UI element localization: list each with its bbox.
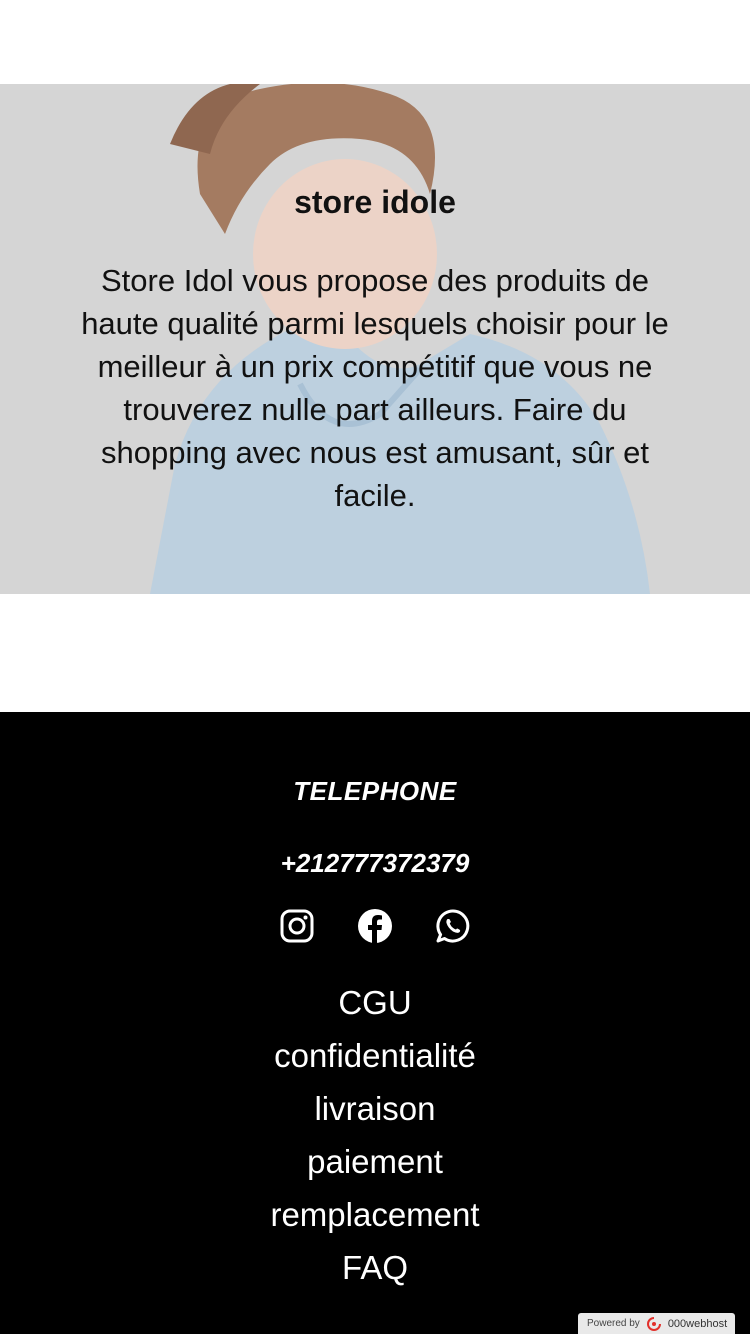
badge-powered-by: Powered by: [587, 1318, 640, 1329]
webhost-logo-icon: [646, 1316, 661, 1331]
footer-link-remplacement[interactable]: remplacement: [0, 1188, 750, 1241]
hosting-badge[interactable]: Powered by 000webhost: [578, 1313, 735, 1334]
instagram-icon[interactable]: [279, 908, 315, 944]
badge-brand: 000webhost: [667, 1317, 728, 1330]
footer-link-cgu[interactable]: CGU: [0, 976, 750, 1029]
footer: TELEPHONE +212777372379 CGU confidential…: [0, 712, 750, 1334]
hero-content: store idole Store Idol vous propose des …: [0, 84, 750, 594]
phone-number[interactable]: +212777372379: [0, 848, 750, 879]
footer-links: CGU confidentialité livraison paiement r…: [0, 976, 750, 1294]
footer-link-confidentialite[interactable]: confidentialité: [0, 1029, 750, 1082]
footer-link-paiement[interactable]: paiement: [0, 1135, 750, 1188]
footer-link-livraison[interactable]: livraison: [0, 1082, 750, 1135]
contact-label: TELEPHONE: [293, 776, 457, 806]
facebook-icon[interactable]: [357, 908, 393, 944]
social-links: [0, 908, 750, 948]
whatsapp-icon[interactable]: [435, 908, 471, 944]
hero-title: store idole: [294, 184, 456, 220]
hero-description: Store Idol vous propose des produits de …: [81, 263, 669, 513]
hero-banner: store idole Store Idol vous propose des …: [0, 84, 750, 594]
page: store idole Store Idol vous propose des …: [0, 0, 750, 1334]
footer-link-faq[interactable]: FAQ: [0, 1241, 750, 1294]
